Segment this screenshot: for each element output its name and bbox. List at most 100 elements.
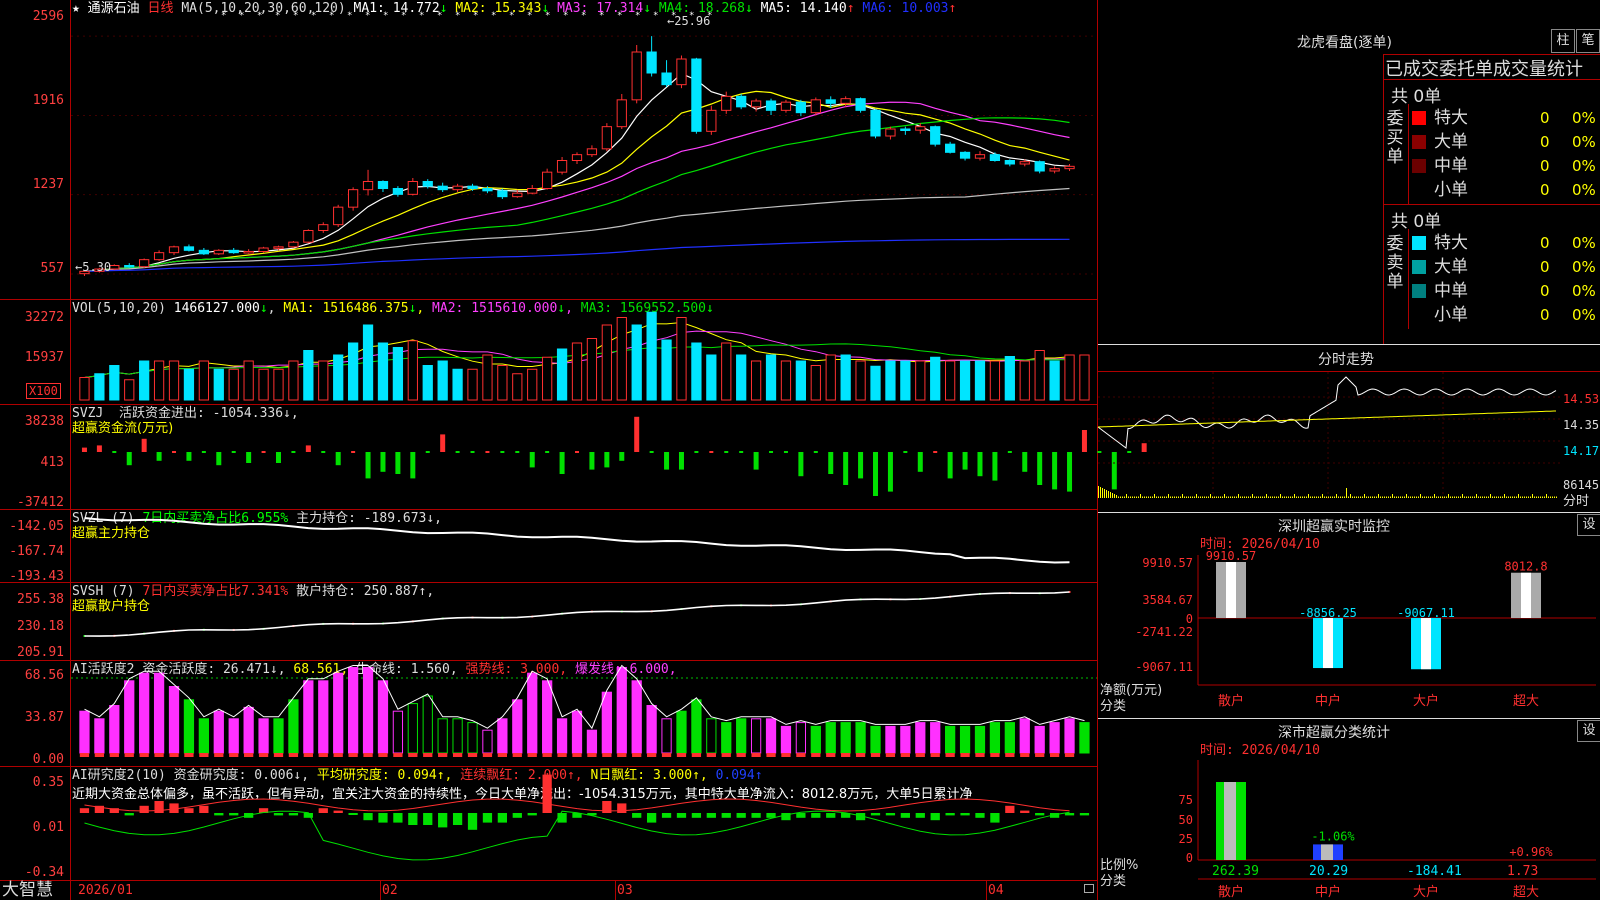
flow-bar — [873, 452, 879, 496]
flow-bar — [664, 452, 670, 470]
order-row: 大单 0 0% — [1410, 255, 1600, 279]
volume-bar — [825, 354, 836, 401]
research-bar — [542, 774, 552, 813]
life-bar — [632, 753, 642, 757]
intraday-volume-bar — [1114, 494, 1115, 498]
lhb-tabs[interactable]: 已成交委托单成交量统计 — [1385, 55, 1583, 81]
intraday-volume-bar — [1330, 496, 1331, 498]
volume-bar — [721, 342, 732, 401]
sz-settings-button[interactable]: 设 — [1577, 514, 1600, 536]
research-bar — [497, 813, 507, 823]
candle-body — [318, 224, 329, 232]
ma-line — [84, 72, 1070, 272]
intraday-volume-bar — [1134, 496, 1135, 498]
intraday-chart[interactable] — [1097, 372, 1560, 510]
axis-label: 0.35 — [32, 775, 64, 790]
candle-body — [273, 246, 284, 249]
volume-bar — [601, 324, 612, 401]
intraday-volume-bar — [1252, 494, 1253, 498]
candle-body — [631, 51, 642, 101]
kline-area[interactable]: ★ 通源石油 日线 MA(5,10,20,30,60,120) MA1: 14.… — [0, 0, 1147, 900]
intraday-volume-bar — [1474, 496, 1475, 498]
axis-label: 0.01 — [32, 820, 64, 835]
life-bar — [214, 753, 224, 757]
flow-bar — [365, 452, 371, 479]
life-bar — [960, 753, 970, 757]
intraday-volume-bar — [1288, 496, 1289, 498]
category-label: 大户 — [1413, 884, 1439, 900]
candle-body — [437, 185, 448, 191]
life-bar — [452, 753, 463, 757]
life-bar — [1049, 753, 1060, 757]
stat-pct-label: +0.96% — [1509, 845, 1553, 859]
intraday-volume-bar — [1320, 496, 1321, 498]
signal-star: * — [437, 11, 442, 21]
axis-label: 15937 — [24, 350, 64, 365]
flow-bar — [425, 451, 430, 453]
activity-bar — [855, 722, 866, 754]
axis-label: 75 — [1179, 793, 1193, 807]
candle-body — [556, 160, 568, 173]
intraday-price-line — [1097, 376, 1557, 449]
intraday-volume-bar — [1388, 496, 1389, 498]
volume-bar — [79, 377, 90, 401]
activity-bar — [870, 725, 881, 754]
activity-bar — [139, 672, 150, 754]
activity-bar — [542, 680, 553, 754]
research-bar — [751, 813, 761, 818]
flow-bar — [500, 451, 505, 453]
flow-bar — [126, 452, 132, 466]
flow-bar — [903, 451, 908, 453]
signal-star: * — [383, 11, 388, 21]
category-label: 中户 — [1315, 693, 1341, 709]
intraday-volume-bar — [1220, 496, 1221, 498]
life-bar — [527, 753, 537, 757]
flow-bar — [843, 452, 849, 485]
signal-star: * — [545, 11, 550, 21]
flow-bar — [992, 452, 998, 481]
flow-bar — [96, 445, 102, 452]
flow-bar — [709, 451, 714, 453]
intraday-volume-bar — [1290, 496, 1291, 498]
tick-mode-button[interactable]: 笔 — [1576, 29, 1600, 53]
flow-bar — [694, 451, 699, 453]
panel-divider — [0, 880, 1098, 881]
fs-title[interactable]: 分时走势 — [1318, 349, 1374, 369]
intraday-volume-bar — [1118, 496, 1119, 498]
fs-axis-label: 14.53 — [1563, 392, 1600, 406]
intraday-volume-bar — [1218, 496, 1219, 498]
candlestick-chart[interactable]: * * * * * * * * * * * * * * * * * * * * * * * * * * * * — [71, 11, 1097, 298]
intraday-volume-bar — [1140, 494, 1141, 498]
brand-logo[interactable]: 大智慧 — [2, 880, 53, 900]
volume-bar — [1079, 354, 1090, 401]
intraday-volume-bar — [1482, 496, 1483, 498]
intraday-volume-bar — [1460, 496, 1461, 498]
intraday-volume-bar — [1266, 494, 1267, 498]
candle-body — [795, 101, 807, 114]
period-label[interactable]: 日线 — [148, 1, 174, 16]
life-bar — [841, 753, 851, 757]
life-bar — [796, 753, 806, 757]
flow-bar — [798, 452, 804, 477]
intraday-volume-bar — [1130, 496, 1131, 498]
low-price-label: ←5.30 — [75, 260, 112, 274]
life-bar — [826, 753, 836, 757]
bar-mode-button[interactable]: 柱 — [1551, 29, 1575, 53]
retail-holding-chart — [83, 590, 1071, 637]
flow-bar — [977, 452, 983, 477]
life-bar — [602, 753, 612, 757]
sc-settings-button[interactable]: 设 — [1577, 720, 1600, 742]
lock-icon[interactable] — [1084, 884, 1094, 893]
intraday-volume-bar — [1360, 496, 1361, 498]
intraday-volume-bar — [1328, 496, 1329, 498]
star-icon[interactable]: ★ — [72, 1, 80, 16]
intraday-volume-bar — [1248, 496, 1249, 498]
intraday-volume-bar — [1354, 496, 1355, 498]
research-bar — [527, 813, 537, 816]
vol-unit-label[interactable]: X100 — [26, 383, 61, 399]
color-swatch — [1412, 159, 1426, 173]
volume-bar — [198, 360, 209, 401]
right-panel: 龙虎看盘(逐单) 柱 笔 已成交委托单成交量统计 共 0单 委买单 特大 0 0% 大… — [1097, 0, 1600, 900]
volume-bar — [765, 354, 777, 401]
research-bar — [826, 813, 836, 818]
